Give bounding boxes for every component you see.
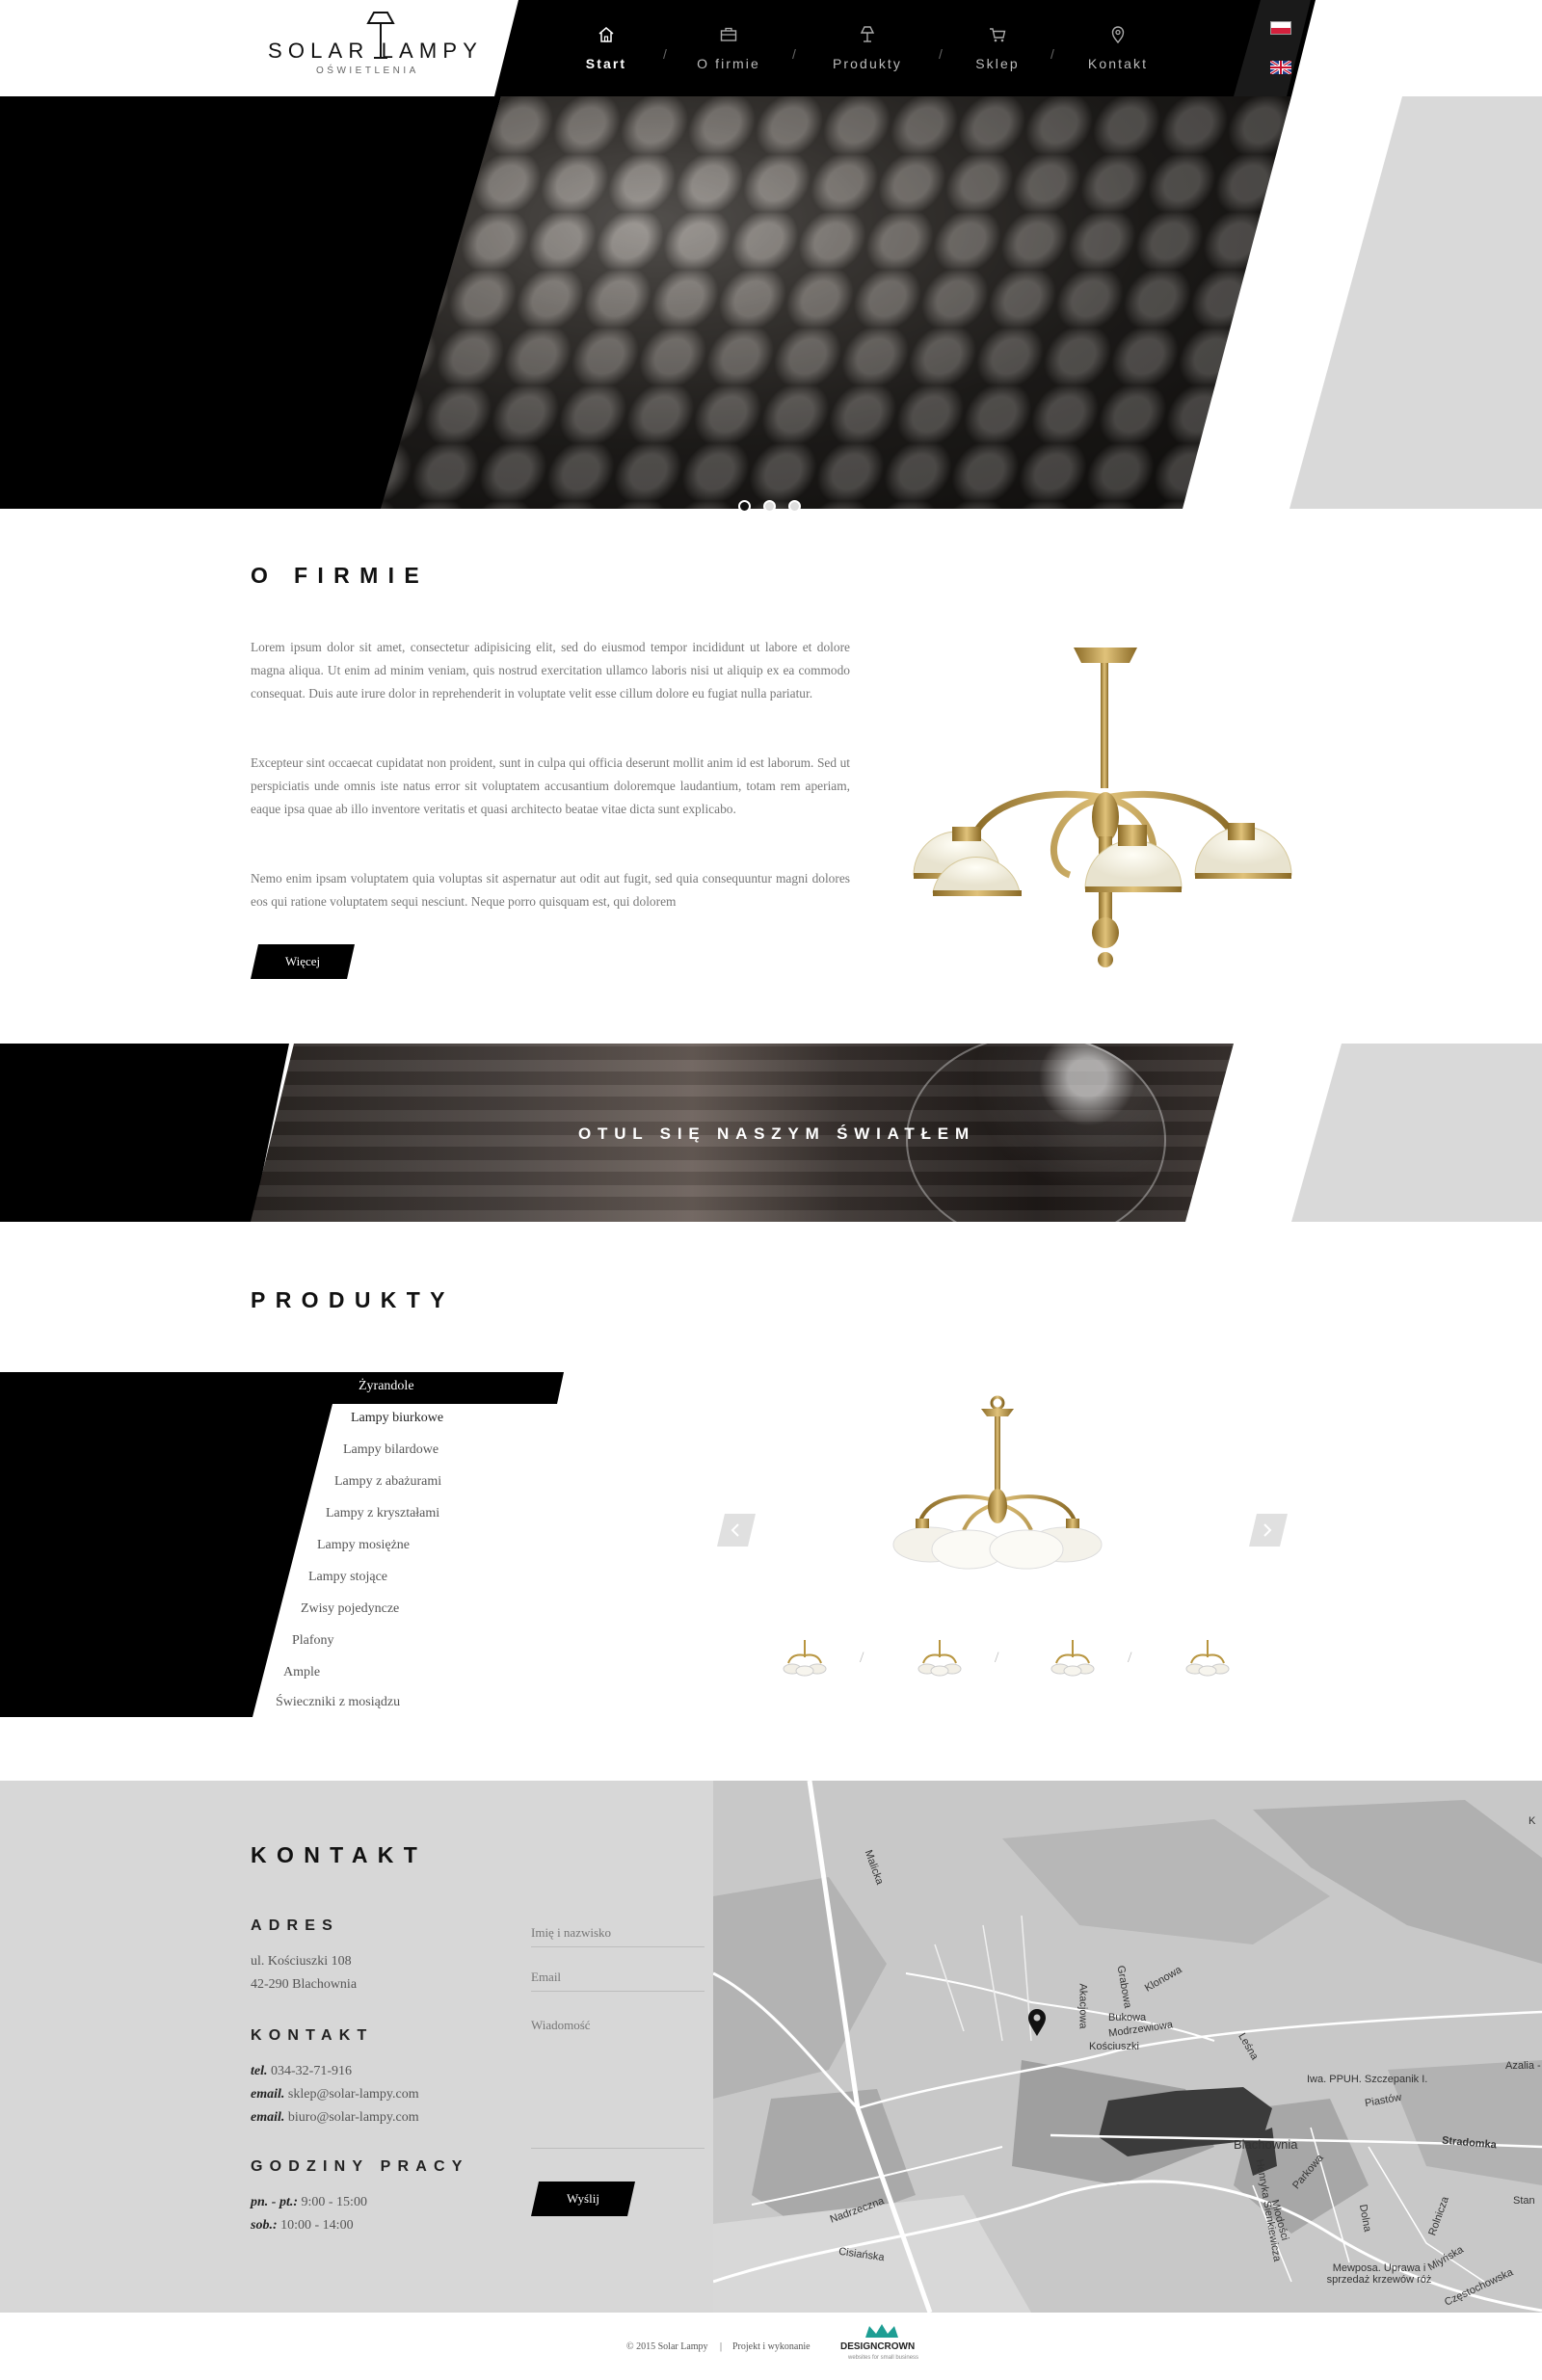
nav-item-produkty[interactable]: Produkty (821, 0, 914, 96)
nav-item-start[interactable]: Start (572, 0, 640, 96)
product-thumbnail-2[interactable] (916, 1638, 964, 1679)
site-header: SOLAR LAMPY OŚWIETLENIA Start / O firmie… (0, 0, 1542, 96)
hours-row-saturday: sob.: 10:00 - 14:00 (251, 2218, 354, 2233)
slider-dot-2[interactable] (763, 500, 776, 513)
address-line-2: 42-290 Blachownia (251, 1977, 358, 1992)
product-chandelier-image (892, 1395, 1103, 1570)
hero-grey-panel (1289, 96, 1542, 509)
credit-text: Projekt i wykonanie (732, 2341, 811, 2352)
slogan-text: OTUL SIĘ NASZYM ŚWIATŁEM (578, 1124, 975, 1143)
phone-row: tel. 034-32-71-916 (251, 2064, 352, 2078)
address-heading: ADRES (251, 1917, 340, 1934)
map-label: K (1529, 1815, 1536, 1827)
map-label: Iwa. PPUH. Szczepanik I. (1307, 2074, 1428, 2085)
agency-logo-text[interactable]: DESIGNCROWN (840, 2341, 915, 2352)
location-map[interactable]: Malicka Akacjowa Grabowa Klonowa Bukowa … (713, 1781, 1542, 2313)
email-row-1: email. sklep@solar-lampy.com (251, 2087, 419, 2102)
home-icon (598, 27, 614, 42)
message-field[interactable]: Wiadomość (531, 2018, 705, 2149)
copyright-text: © 2015 Solar Lampy (626, 2341, 708, 2352)
map-label: Azalia - (1505, 2060, 1541, 2072)
carousel-next-button[interactable] (1249, 1514, 1288, 1547)
logo-brand-text: SOLAR LAMPY (268, 39, 484, 63)
nav-item-kontakt[interactable]: Kontakt (1079, 0, 1156, 96)
email-row-2: email. biuro@solar-lampy.com (251, 2110, 419, 2125)
product-thumbnail-1[interactable] (781, 1638, 829, 1679)
site-footer: © 2015 Solar Lampy | Projekt i wykonanie… (0, 2313, 1542, 2380)
category-item-zwisy-pojedyncze[interactable]: Zwisy pojedyncze (301, 1601, 399, 1617)
carousel-prev-button[interactable] (717, 1514, 756, 1547)
category-item-lampy-bilardowe[interactable]: Lampy bilardowe (343, 1442, 439, 1458)
nav-item-sklep[interactable]: Sklep (964, 0, 1031, 96)
contact-title: KONTAKT (251, 1842, 428, 1867)
nav-label-sklep: Sklep (975, 56, 1020, 71)
agency-tagline: websites for small business (848, 2355, 919, 2361)
category-item-ample[interactable]: Ample (283, 1665, 320, 1680)
map-label: Kościuszki (1089, 2041, 1139, 2052)
poland-flag-icon[interactable] (1270, 21, 1291, 35)
name-field[interactable]: Imię i nazwisko (531, 1925, 705, 1947)
hero-slider (0, 96, 1542, 509)
slider-dot-1[interactable] (738, 500, 751, 513)
nav-item-o-firmie[interactable]: O firmie (688, 0, 769, 96)
product-thumbnail-3[interactable] (1049, 1638, 1097, 1679)
map-label: Stan (1513, 2195, 1535, 2207)
crown-logo-icon (865, 2324, 898, 2338)
chevron-left-icon (731, 1523, 739, 1537)
email-field[interactable]: Email (531, 1970, 705, 1992)
about-paragraph-1: Lorem ipsum dolor sit amet, consectetur … (251, 640, 850, 701)
hero-leather-sofa-image (381, 96, 1291, 509)
nav-label-start: Start (585, 56, 627, 71)
category-item-plafony[interactable]: Plafony (292, 1633, 334, 1649)
chevron-right-icon (1263, 1523, 1272, 1537)
address-line-1: ul. Kościuszki 108 (251, 1954, 352, 1969)
nav-label-kontakt: Kontakt (1087, 56, 1149, 71)
category-item-lampy-mosiezne[interactable]: Lampy mosiężne (317, 1538, 410, 1553)
about-title: O FIRMIE (251, 563, 430, 588)
email-link-biuro[interactable]: biuro@solar-lampy.com (288, 2110, 419, 2125)
category-item-swieczniki[interactable]: Świeczniki z mosiądzu (276, 1695, 400, 1710)
nav-label-o-firmie: O firmie (697, 56, 760, 71)
site-logo[interactable]: SOLAR LAMPY OŚWIETLENIA (268, 12, 477, 81)
map-label: Blachownia (1234, 2137, 1298, 2152)
map-pin-icon (1111, 26, 1125, 44)
email-link-sklep[interactable]: sklep@solar-lampy.com (288, 2087, 419, 2102)
slider-dot-3[interactable] (788, 500, 801, 513)
map-label: Bukowa (1108, 2012, 1147, 2023)
map-marker-icon[interactable] (1027, 2008, 1047, 2037)
category-item-lampy-stojace[interactable]: Lampy stojące (308, 1570, 387, 1585)
submit-button[interactable]: Wyślij (531, 2182, 635, 2216)
category-item-lampy-z-krysztalami[interactable]: Lampy z kryształami (326, 1506, 439, 1521)
category-list-background (0, 1372, 564, 1717)
logo-subtitle: OŚWIETLENIA (316, 66, 419, 76)
category-item-zyrandole[interactable]: Żyrandole (359, 1379, 414, 1394)
about-paragraph-2: Excepteur sint occaecat cupidatat non pr… (251, 755, 850, 816)
about-paragraph-3: Nemo enim ipsam voluptatem quia voluptas… (251, 871, 850, 909)
briefcase-icon (720, 27, 737, 41)
hours-heading: GODZINY PRACY (251, 2158, 469, 2175)
contact-info-heading: KONTAKT (251, 2027, 374, 2044)
more-button-label: Więcej (251, 944, 355, 979)
category-item-lampy-z-abazurami[interactable]: Lampy z abażurami (334, 1474, 441, 1490)
map-label: Akacjowa (1077, 1983, 1089, 2029)
product-thumbnail-4[interactable] (1183, 1638, 1232, 1679)
uk-flag-icon[interactable] (1270, 61, 1291, 74)
hours-row-weekdays: pn. - pt.: 9:00 - 15:00 (251, 2195, 367, 2209)
cart-icon (990, 28, 1006, 42)
lamp-icon (860, 26, 875, 42)
category-item-lampy-biurkowe[interactable]: Lampy biurkowe (351, 1411, 443, 1426)
chandelier-image (913, 648, 1292, 967)
more-button[interactable]: Więcej (251, 944, 355, 979)
products-title: PRODUKTY (251, 1287, 455, 1312)
nav-label-produkty: Produkty (832, 56, 903, 71)
submit-button-label: Wyślij (531, 2182, 635, 2216)
map-label: Mewposa. Uprawa i sprzedaż krzewów róż (1326, 2262, 1432, 2286)
phone-number[interactable]: 034-32-71-916 (271, 2064, 352, 2078)
